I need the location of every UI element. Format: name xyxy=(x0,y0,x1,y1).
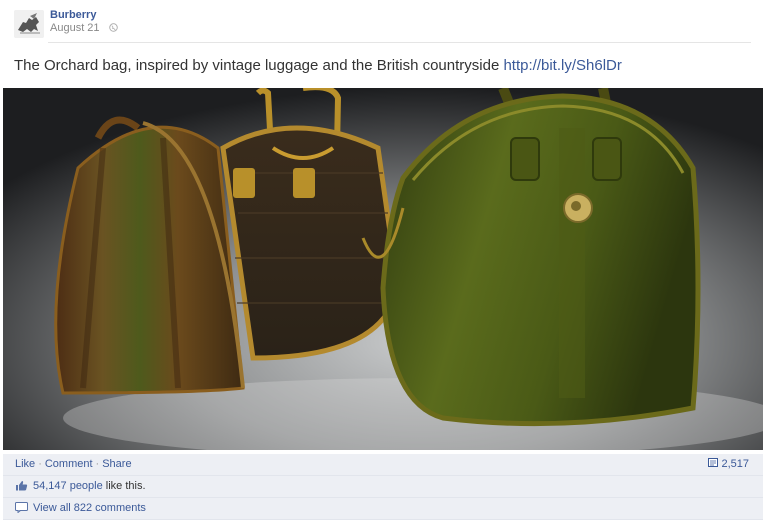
comment-link[interactable]: Comment xyxy=(45,458,93,470)
facebook-post: Burberry August 21 The Orchard bag, insp… xyxy=(0,0,767,522)
public-globe-icon xyxy=(108,23,118,32)
post-message-text: The Orchard bag, inspired by vintage lug… xyxy=(14,57,500,74)
share-count-value: 2,517 xyxy=(721,458,749,470)
share-count-icon xyxy=(708,458,719,467)
page-name-link[interactable]: Burberry xyxy=(50,9,96,21)
separator-dot: · xyxy=(95,458,100,470)
separator-dot: · xyxy=(38,458,42,470)
post-meta: August 21 xyxy=(50,22,118,34)
post-date[interactable]: August 21 xyxy=(50,22,100,34)
share-count[interactable]: 2,517 xyxy=(708,454,749,475)
comment-bubble-icon xyxy=(15,502,28,513)
likes-row: 54,147 people like this. xyxy=(3,476,763,498)
comments-row: View all 822 comments xyxy=(3,498,763,520)
likes-suffix: like this. xyxy=(105,480,146,492)
post-photo[interactable] xyxy=(3,88,763,450)
ufi-panel: Like · Comment · Share 2,517 54,147 people l… xyxy=(3,454,763,520)
burberry-knight-logo-icon xyxy=(14,10,44,38)
header-divider xyxy=(48,42,751,43)
share-link[interactable]: Share xyxy=(102,458,131,470)
thumbs-up-icon xyxy=(16,481,28,491)
view-all-comments-link[interactable]: View all 822 comments xyxy=(33,502,146,514)
action-bar: Like · Comment · Share 2,517 xyxy=(3,454,763,476)
post-message: The Orchard bag, inspired by vintage lug… xyxy=(14,57,622,74)
page-avatar[interactable] xyxy=(14,10,44,38)
post-link[interactable]: http://bit.ly/Sh6lDr xyxy=(503,57,621,74)
orchard-bags-image xyxy=(3,88,763,450)
like-link[interactable]: Like xyxy=(15,458,35,470)
likers-link[interactable]: 54,147 people xyxy=(33,480,103,492)
